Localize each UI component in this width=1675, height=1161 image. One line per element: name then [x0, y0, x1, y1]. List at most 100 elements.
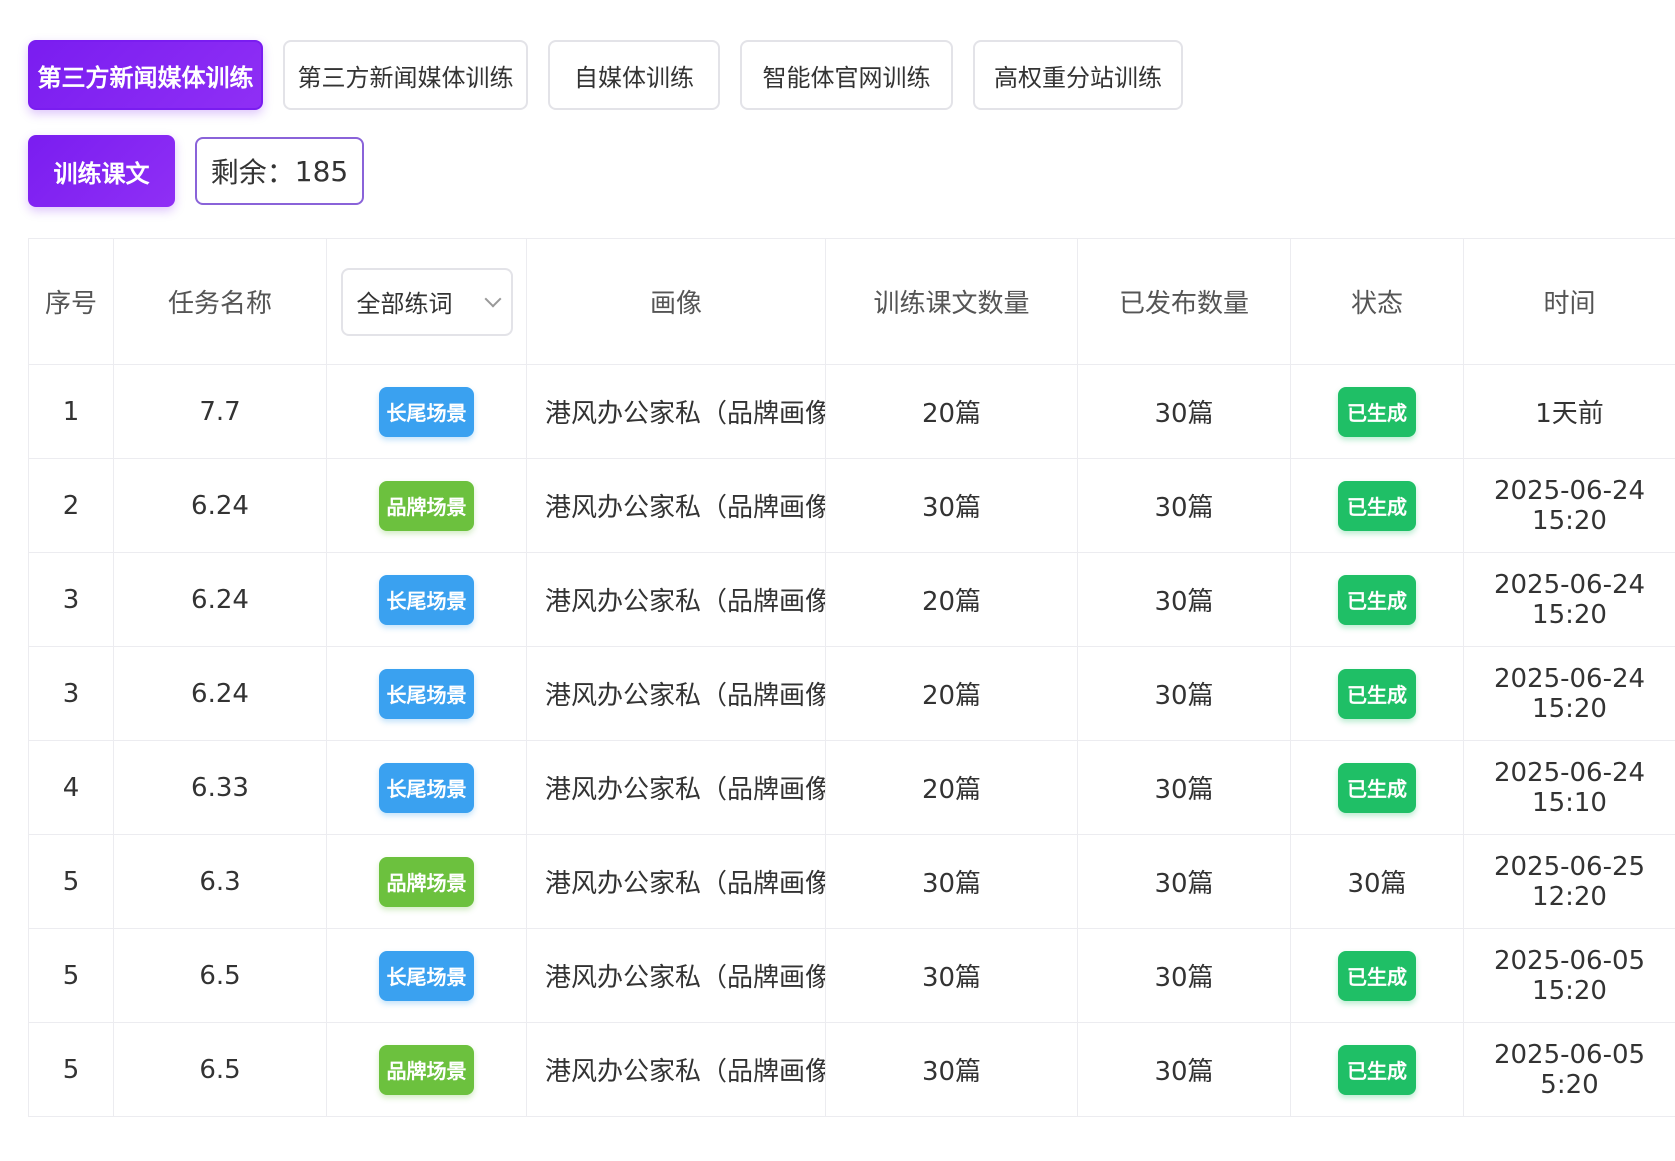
- cell-index: 2: [28, 458, 114, 553]
- table-row[interactable]: 56.5品牌场景港风办公家私（品牌画像5..30篇30篇已生成2025-06-0…: [28, 1022, 1675, 1117]
- cell-published-count: 30篇: [1077, 1022, 1291, 1117]
- cell-index: 1: [28, 364, 114, 459]
- header-task-name: 任务名称: [113, 238, 327, 365]
- keyword-tag: 长尾场景: [379, 386, 474, 437]
- training-page: 第三方新闻媒体训练 第三方新闻媒体训练 自媒体训练 智能体官网训练 高权重分站训…: [0, 0, 1675, 1161]
- cell-published-count: 30篇: [1077, 928, 1291, 1023]
- table-row[interactable]: 17.7 长尾场景 港风办公家私（品牌画像5..20篇30篇已生成 1天前: [28, 364, 1675, 459]
- tab-self-media[interactable]: 自媒体训练: [548, 40, 720, 110]
- keyword-tag: 长尾场景: [379, 950, 474, 1001]
- keyword-tag: 品牌场景: [379, 480, 474, 531]
- cell-published-count: 30篇: [1077, 364, 1291, 459]
- cell-profile: 港风办公家私（品牌画像5..: [526, 1022, 826, 1117]
- cell-keyword-tag: 长尾场景: [326, 928, 527, 1023]
- cell-task-name: 6.33: [113, 740, 327, 835]
- cell-published-count: 30篇: [1077, 646, 1291, 741]
- cell-status: 已生成: [1290, 646, 1464, 741]
- keyword-filter-value: 全部练词: [356, 290, 453, 318]
- cell-profile: 港风办公家私（品牌画像5..: [526, 740, 826, 835]
- keyword-tag: 品牌场景: [379, 1044, 474, 1095]
- remaining-count: 剩余： 185: [195, 137, 364, 205]
- table-row[interactable]: 46.33 长尾场景 港风办公家私（品牌画像5..20篇30篇已生成 2025-06-…: [28, 740, 1675, 835]
- cell-time: 2025-06-24 15:20: [1463, 552, 1675, 647]
- status-badge: 已生成: [1338, 762, 1416, 813]
- cell-status: 已生成: [1290, 364, 1464, 459]
- cell-status: 已生成: [1290, 458, 1464, 553]
- cell-keyword-tag: 长尾场景: [326, 364, 527, 459]
- cell-status: 30篇: [1290, 834, 1464, 929]
- cell-time: 2025-06-24 15:10: [1463, 740, 1675, 835]
- remaining-value: 185: [294, 154, 349, 188]
- tab-third-party-news[interactable]: 第三方新闻媒体训练: [283, 40, 528, 110]
- header-index: 序号: [28, 238, 114, 365]
- status-badge: 已生成: [1338, 950, 1416, 1001]
- status-badge: 已生成: [1338, 386, 1416, 437]
- cell-time: 1天前: [1463, 364, 1675, 459]
- table-row[interactable]: 56.5长尾场景港风办公家私（品牌画像5..30篇30篇已生成2025-06-0…: [28, 928, 1675, 1023]
- cell-time: 2025-06-05 15:20: [1463, 928, 1675, 1023]
- cell-task-name: 6.24: [113, 646, 327, 741]
- cell-keyword-tag: 长尾场景: [326, 646, 527, 741]
- cell-index: 5: [28, 928, 114, 1023]
- cell-train-count: 20篇: [825, 552, 1078, 647]
- cell-task-name: 6.24: [113, 458, 327, 553]
- cell-index: 4: [28, 740, 114, 835]
- cell-profile: 港风办公家私（品牌画像5..: [526, 364, 826, 459]
- cell-status: 已生成: [1290, 740, 1464, 835]
- cell-profile: 港风办公家私（品牌画像5..: [526, 928, 826, 1023]
- table-row[interactable]: 36.24 长尾场景 港风办公家私（品牌画像5..20篇30篇已生成 2025-06-…: [28, 552, 1675, 647]
- status-badge: 已生成: [1338, 668, 1416, 719]
- cell-profile: 港风办公家私（品牌画像5..: [526, 834, 826, 929]
- cell-train-count: 20篇: [825, 646, 1078, 741]
- status-text: 30篇: [1347, 869, 1407, 899]
- status-badge: 已生成: [1338, 1044, 1416, 1095]
- task-table: 序号 任务名称 全部练词 画像 训练课文数量 已发布数量 状态 时间 1 7.7 长…: [28, 238, 1675, 1117]
- cell-keyword-tag: 长尾场景: [326, 740, 527, 835]
- cell-status: 已生成: [1290, 1022, 1464, 1117]
- cell-status: 已生成: [1290, 928, 1464, 1023]
- tab-high-authority-site[interactable]: 高权重分站训练: [973, 40, 1183, 110]
- cell-train-count: 20篇: [825, 364, 1078, 459]
- keyword-filter-select[interactable]: 全部练词: [340, 267, 513, 336]
- cell-index: 5: [28, 1022, 114, 1117]
- cell-published-count: 30篇: [1077, 552, 1291, 647]
- header-status: 状态: [1290, 238, 1464, 365]
- tab-agent-website[interactable]: 智能体官网训练: [740, 40, 953, 110]
- cell-keyword-tag: 品牌场景: [326, 834, 527, 929]
- cell-task-name: 6.5: [113, 928, 327, 1023]
- remaining-label: 剩余：: [210, 156, 295, 189]
- cell-task-name: 6.24: [113, 552, 327, 647]
- header-keyword-filter: 全部练词: [326, 238, 527, 365]
- table-body: 17.7长尾场景港风办公家私（品牌画像5..20篇30篇已生成1天前26.24品…: [28, 364, 1675, 1117]
- cell-keyword-tag: 长尾场景: [326, 552, 527, 647]
- table-row[interactable]: 36.24 长尾场景 港风办公家私（品牌画像5..20篇30篇已生成 2025-06-…: [28, 646, 1675, 741]
- cell-train-count: 20篇: [825, 740, 1078, 835]
- tab-third-party-news-active[interactable]: 第三方新闻媒体训练: [28, 40, 263, 110]
- cell-published-count: 30篇: [1077, 740, 1291, 835]
- table-row[interactable]: 26.24品牌场景港风办公家私（品牌画像5..30篇30篇已生成2025-06-…: [28, 458, 1675, 553]
- cell-time: 2025-06-25 12:20: [1463, 834, 1675, 929]
- cell-profile: 港风办公家私（品牌画像5..: [526, 552, 826, 647]
- table-row[interactable]: 56.3品牌场景港风办公家私（品牌画像5..30篇30篇30篇2025-06-2…: [28, 834, 1675, 929]
- cell-published-count: 30篇: [1077, 458, 1291, 553]
- cell-index: 3: [28, 552, 114, 647]
- header-time: 时间: [1463, 238, 1675, 365]
- status-badge: 已生成: [1338, 574, 1416, 625]
- cell-task-name: 6.5: [113, 1022, 327, 1117]
- cell-task-name: 6.3: [113, 834, 327, 929]
- header-published-count: 已发布数量: [1077, 238, 1291, 365]
- cell-time: 2025-06-05 5:20: [1463, 1022, 1675, 1117]
- chevron-down-icon: [484, 290, 501, 307]
- cell-task-name: 7.7: [113, 364, 327, 459]
- cell-published-count: 30篇: [1077, 834, 1291, 929]
- cell-time: 2025-06-24 15:20: [1463, 458, 1675, 553]
- cell-time: 2025-06-24 15:20: [1463, 646, 1675, 741]
- keyword-tag: 长尾场景: [379, 762, 474, 813]
- cell-profile: 港风办公家私（品牌画像5..: [526, 458, 826, 553]
- header-train-count: 训练课文数量: [825, 238, 1078, 365]
- cell-train-count: 30篇: [825, 1022, 1078, 1117]
- task-table-container: 序号 任务名称 全部练词 画像 训练课文数量 已发布数量 状态 时间 1 7.7 长…: [28, 238, 1675, 1117]
- action-toolbar: 训练课文 剩余： 185: [28, 135, 364, 207]
- train-article-button[interactable]: 训练课文: [28, 135, 175, 207]
- cell-train-count: 30篇: [825, 458, 1078, 553]
